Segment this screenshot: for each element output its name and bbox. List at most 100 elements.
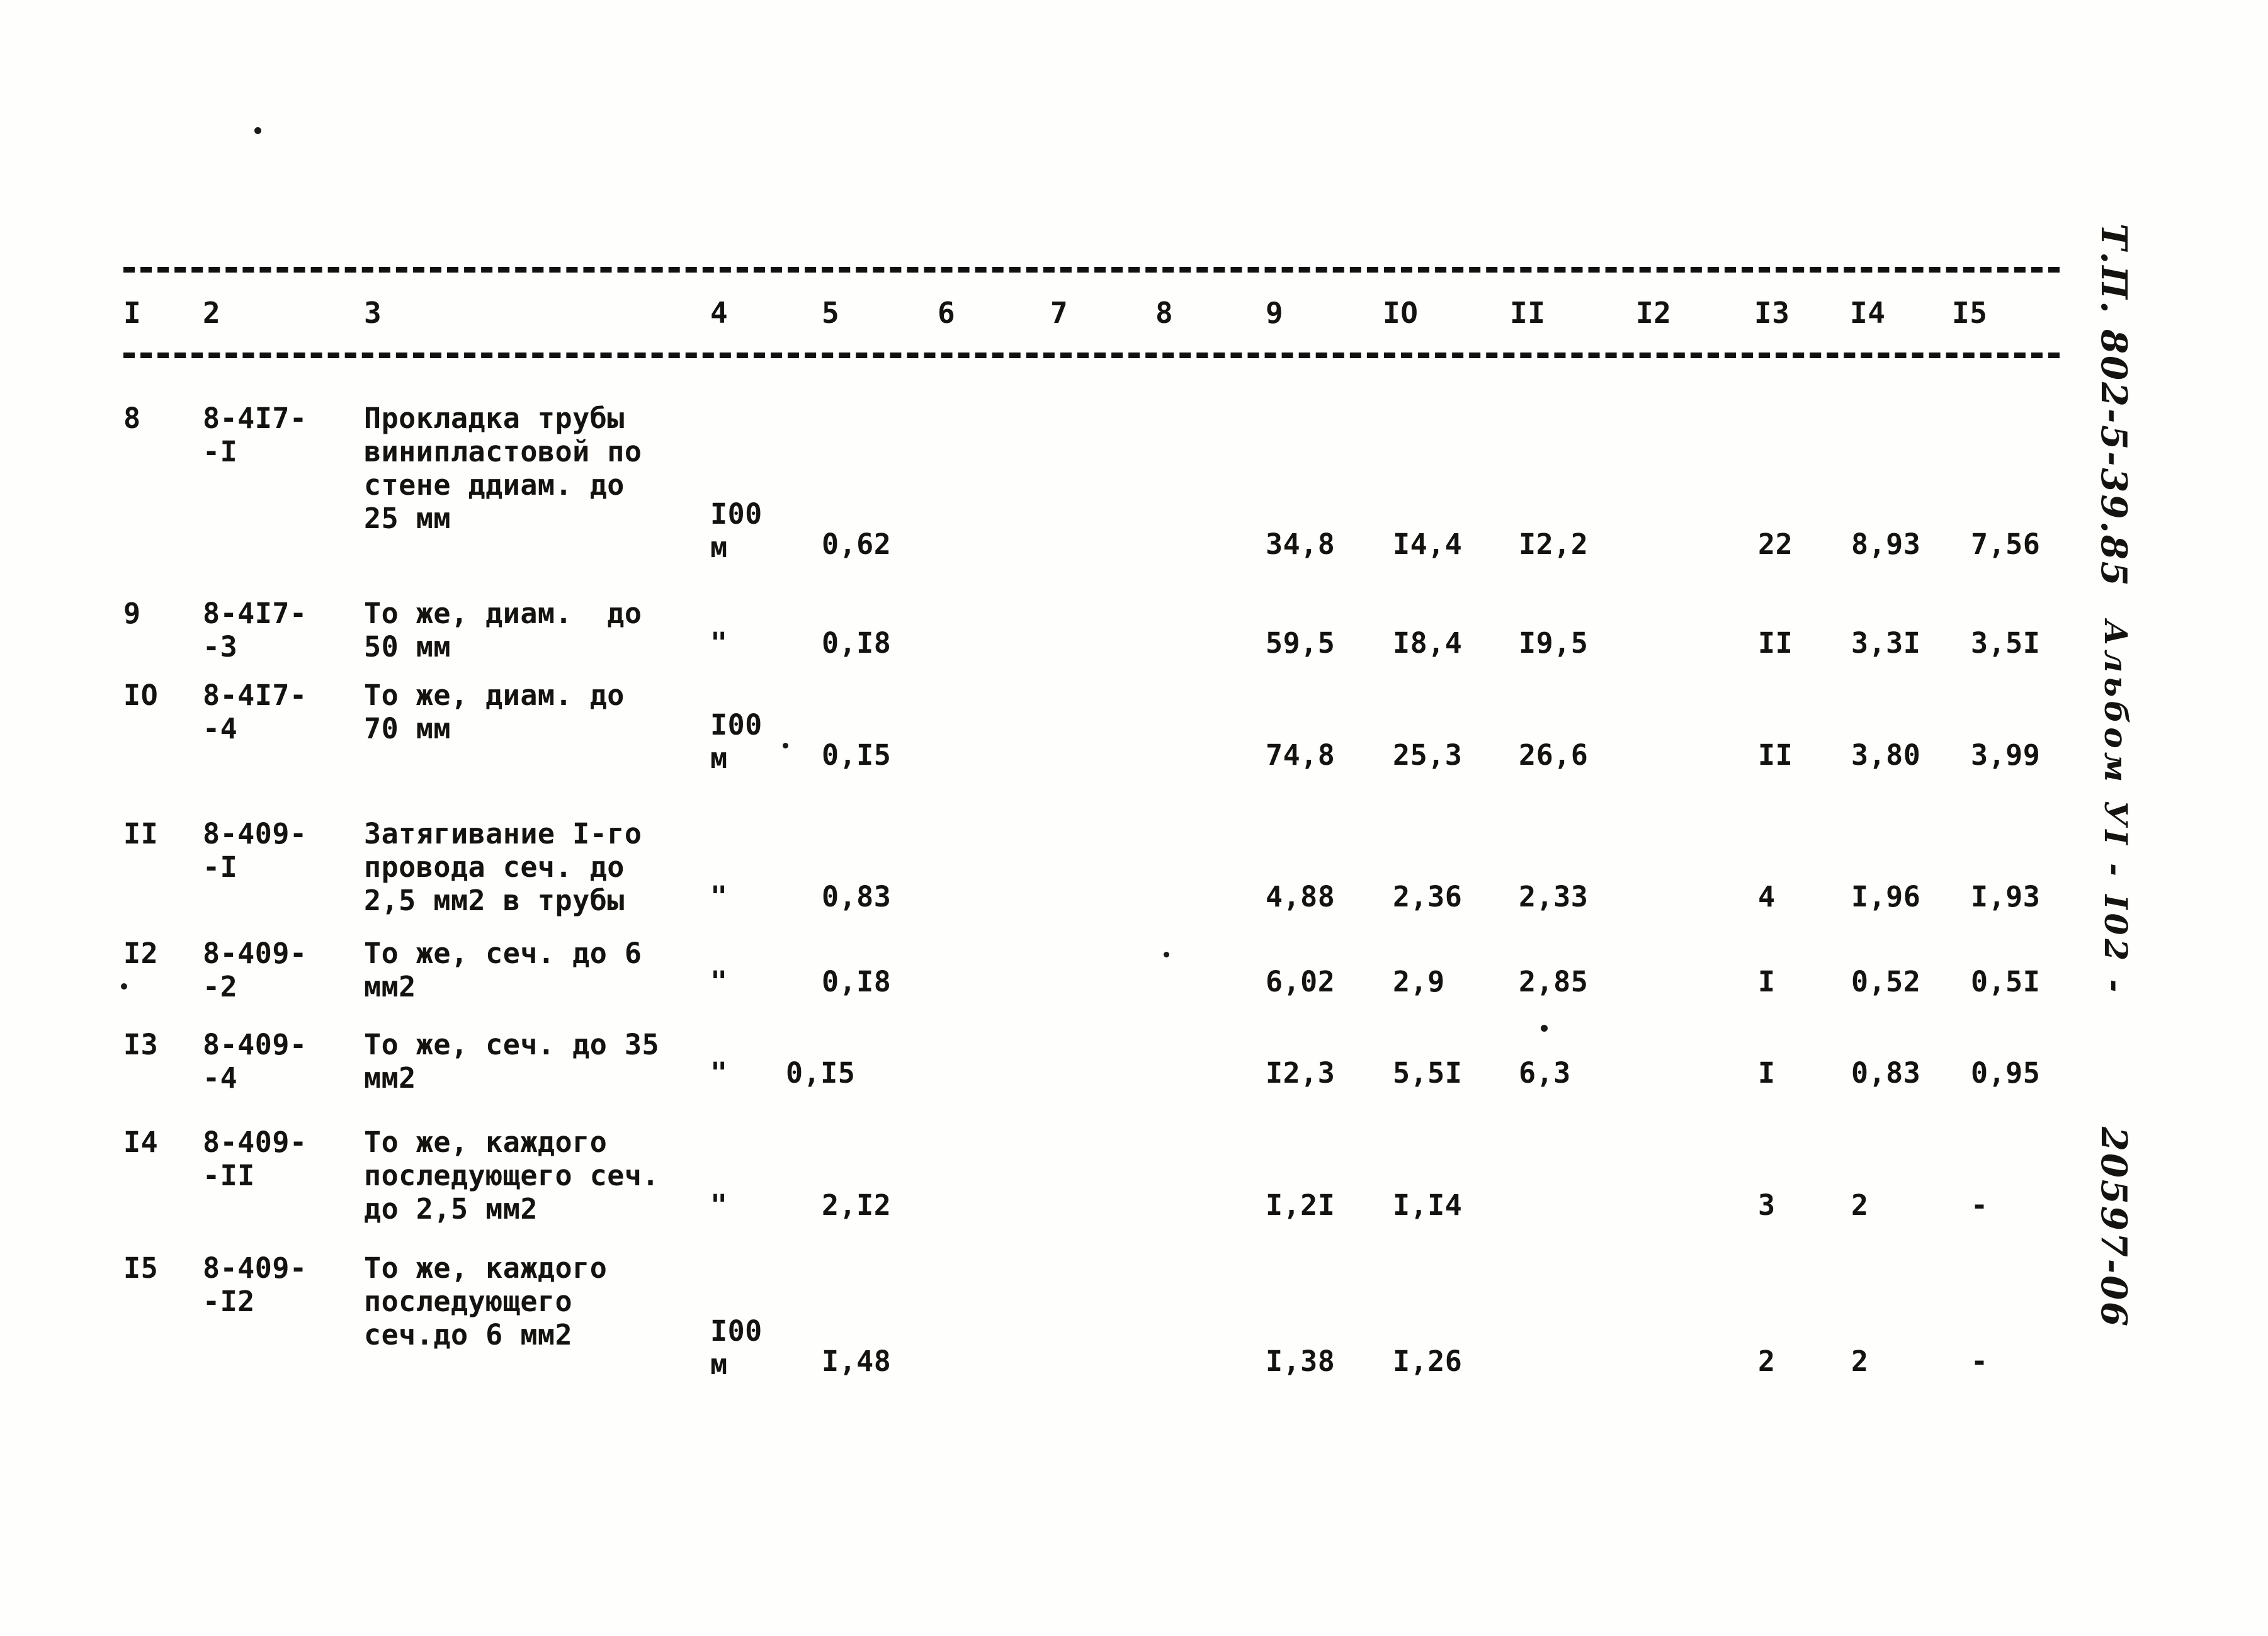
row-value-c15: 0,95	[1971, 1056, 2041, 1090]
row-value-c11: 26,6	[1519, 738, 1589, 772]
row-name-line: 70 мм	[364, 712, 451, 745]
row-value-c13: 2	[1758, 1345, 1776, 1378]
scan-speck	[1164, 952, 1169, 957]
row-unit-line: "	[710, 1056, 728, 1090]
row-value-c14: 3,3I	[1851, 626, 1921, 660]
column-header-6: 6	[938, 296, 956, 330]
row-value-c5: 0,I8	[822, 965, 892, 998]
column-header-1: I	[123, 296, 142, 330]
row-value-c9: 34,8	[1266, 527, 1335, 561]
row-name-line: винипластовой по	[364, 435, 642, 468]
row-value-c5: 0,83	[822, 880, 892, 913]
margin-document-number: 20597-06	[2093, 1127, 2135, 1328]
row-value-c10: I4,4	[1393, 527, 1463, 561]
row-value-c15: 0,5I	[1971, 965, 2041, 998]
row-value-c15: 3,99	[1971, 738, 2041, 772]
row-name-line: мм2	[364, 1061, 416, 1095]
column-header-11: II	[1510, 296, 1546, 330]
row-value-c9: 4,88	[1266, 880, 1335, 913]
row-code-line2: -I	[203, 435, 238, 468]
row-code-line2: -I2	[203, 1285, 255, 1318]
row-code-line1: 8-409-	[203, 1251, 307, 1285]
row-code-line1: 8-409-	[203, 1125, 307, 1159]
row-value-c10: 2,9	[1393, 965, 1445, 998]
table-row: 9	[123, 597, 141, 630]
row-value-c15: -	[1971, 1188, 1988, 1222]
column-header-4: 4	[710, 296, 729, 330]
row-name-line: последующего	[364, 1285, 573, 1318]
scanned-page: I 2 3 4 5 6 7 8 9 IO II I2 I3 I4 I5 8 8-…	[0, 0, 2268, 1636]
row-code-line1: 8-409-	[203, 817, 307, 850]
row-name-line: Затягивание I-го	[364, 817, 642, 850]
row-name-line: до 2,5 мм2	[364, 1192, 538, 1226]
table-row: I2	[123, 937, 159, 970]
column-header-12: I2	[1636, 296, 1672, 330]
row-code-line1: 8-409-	[203, 1028, 307, 1061]
row-code-line1: 8-4I7-	[203, 402, 307, 435]
row-code-line1: 8-4I7-	[203, 597, 307, 630]
row-unit-line: м	[710, 531, 728, 564]
row-value-c15: 7,56	[1971, 527, 2041, 561]
row-value-c13: II	[1758, 626, 1793, 660]
column-header-5: 5	[822, 296, 840, 330]
row-name-line: сеч.до 6 мм2	[364, 1318, 573, 1351]
row-value-c15: I,93	[1971, 880, 2041, 913]
scan-speck	[1541, 1025, 1548, 1032]
row-value-c14: I,96	[1851, 880, 1921, 913]
row-value-c13: 4	[1758, 880, 1776, 913]
row-unit-line: "	[710, 1188, 728, 1222]
row-code-line2: -3	[203, 630, 238, 663]
row-name-line: 2,5 мм2 в трубы	[364, 884, 625, 917]
row-value-c15: 3,5I	[1971, 626, 2041, 660]
margin-album-page: Альбом УI - I02 -	[2097, 620, 2135, 996]
row-value-c11: 6,3	[1519, 1056, 1571, 1090]
scan-speck	[254, 127, 261, 134]
row-value-c14: 0,52	[1851, 965, 1921, 998]
row-value-c11: I9,5	[1519, 626, 1589, 660]
row-value-c10: I,26	[1393, 1345, 1463, 1378]
row-code-line2: -4	[203, 712, 238, 745]
row-value-c9: 6,02	[1266, 965, 1335, 998]
row-value-c5: 2,I2	[822, 1188, 892, 1222]
row-value-c11: 2,33	[1519, 880, 1589, 913]
row-value-c5: 0,I5	[822, 738, 892, 772]
row-value-c15: -	[1971, 1345, 1988, 1378]
row-value-c5: 0,I5	[786, 1056, 856, 1090]
row-value-c14: 8,93	[1851, 527, 1921, 561]
table-header-rule	[123, 353, 2060, 358]
margin-type-project: Т.П. 802-5-39.85	[2093, 223, 2135, 588]
row-value-c9: 59,5	[1266, 626, 1335, 660]
row-unit-line: I00	[710, 708, 763, 742]
row-value-c11: I2,2	[1519, 527, 1589, 561]
row-code-line2: -II	[203, 1159, 255, 1192]
column-header-14: I4	[1850, 296, 1886, 330]
column-header-2: 2	[203, 296, 221, 330]
row-name-line: 50 мм	[364, 630, 451, 663]
row-value-c10: I8,4	[1393, 626, 1463, 660]
row-code-line2: -I	[203, 850, 238, 884]
row-value-c13: I	[1758, 1056, 1776, 1090]
column-header-7: 7	[1050, 296, 1069, 330]
row-code-line2: -4	[203, 1061, 238, 1095]
row-value-c14: 0,83	[1851, 1056, 1921, 1090]
row-name-line: последующего сеч.	[364, 1159, 660, 1192]
row-value-c13: 3	[1758, 1188, 1776, 1222]
row-name-line: стене ддиам. до	[364, 468, 625, 502]
row-value-c13: 22	[1758, 527, 1793, 561]
row-name-line: То же, каждого	[364, 1251, 608, 1285]
row-unit-line: I00	[710, 497, 763, 531]
row-value-c10: 2,36	[1393, 880, 1463, 913]
table-top-rule	[123, 267, 2060, 273]
row-code-line1: 8-409-	[203, 937, 307, 970]
row-name-line: То же, диам. до	[364, 679, 625, 712]
row-value-c9: 74,8	[1266, 738, 1335, 772]
table-row: 8	[123, 402, 141, 435]
column-header-13: I3	[1754, 296, 1790, 330]
row-value-c9: I,2I	[1266, 1188, 1335, 1222]
row-value-c9: I,38	[1266, 1345, 1335, 1378]
row-name-line: То же, диам. до	[364, 597, 642, 630]
row-unit-line: "	[710, 626, 728, 660]
row-unit-line: "	[710, 965, 728, 998]
row-value-c10: 5,5I	[1393, 1056, 1463, 1090]
row-value-c5: 0,I8	[822, 626, 892, 660]
